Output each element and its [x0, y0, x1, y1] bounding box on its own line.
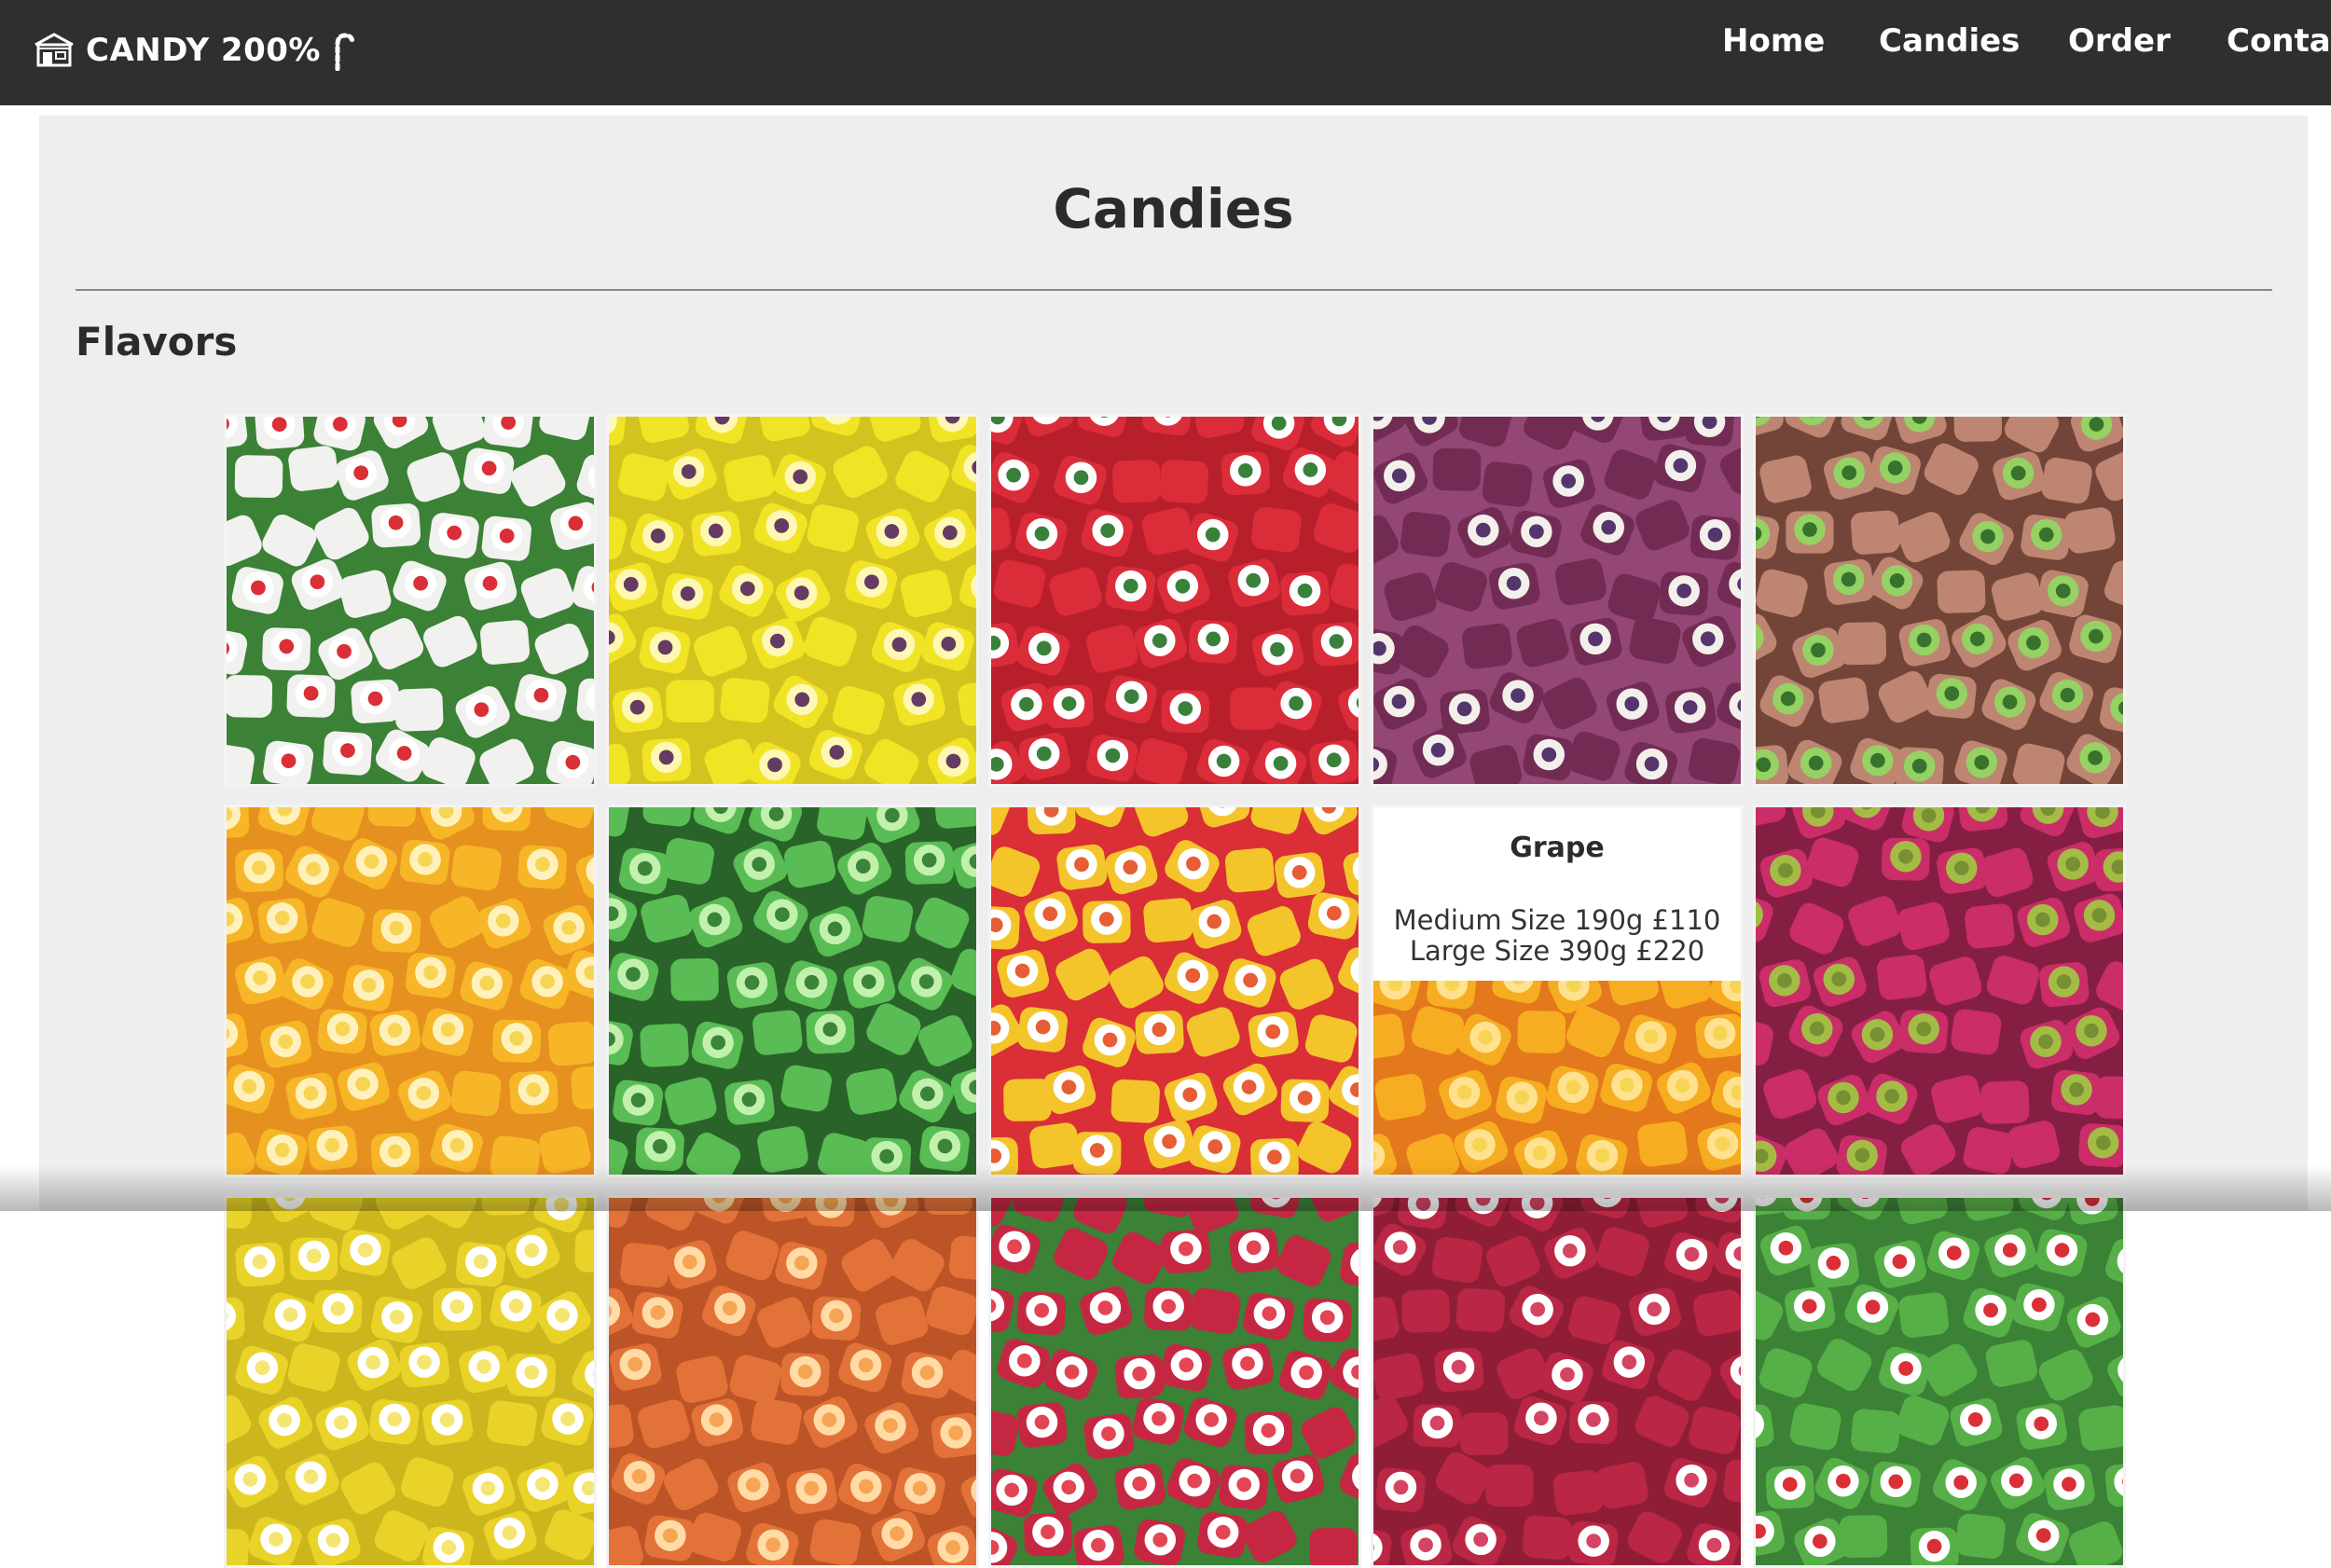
- candy-photo: [609, 807, 976, 1175]
- candy-photo: [991, 417, 1359, 784]
- candy-photo: [1373, 1198, 1741, 1565]
- flavor-tile[interactable]: [606, 414, 979, 787]
- candy-photo: [1756, 417, 2123, 784]
- candy-photo: [227, 1198, 594, 1565]
- flavor-tile[interactable]: [224, 1195, 597, 1568]
- section-title-flavors: Flavors: [76, 319, 237, 364]
- candy-photo: [1756, 1198, 2123, 1565]
- flavor-tile[interactable]: [988, 805, 1361, 1177]
- candy-photo: [1373, 417, 1741, 784]
- flavor-tile[interactable]: [988, 1195, 1361, 1568]
- candy-photo: [991, 1198, 1359, 1565]
- flavor-tile[interactable]: [1371, 1195, 1744, 1568]
- candy-photo: [227, 807, 594, 1175]
- flavor-tile[interactable]: [606, 1195, 979, 1568]
- candy-photo: [609, 1198, 976, 1565]
- brand-name: CANDY 200%: [86, 32, 321, 69]
- flavor-tile[interactable]: [1371, 414, 1744, 787]
- nav-order[interactable]: Order: [2068, 22, 2171, 60]
- flavor-hover-card: Grape Medium Size 190g £110 Large Size 3…: [1373, 807, 1741, 981]
- candy-photo: [1756, 807, 2123, 1175]
- large-size-price: Large Size 390g £220: [1373, 936, 1741, 967]
- candy-photo: [609, 417, 976, 784]
- flavor-tile[interactable]: [1753, 414, 2126, 787]
- flavor-tile-hovered[interactable]: Grape Medium Size 190g £110 Large Size 3…: [1371, 805, 1744, 1177]
- candy-shop-icon: [34, 32, 75, 69]
- candy-cane-icon: [330, 30, 358, 71]
- flavor-tile[interactable]: [606, 805, 979, 1177]
- content-panel: Candies Flavors Grape Medium Size 190g £…: [39, 116, 2308, 1211]
- top-navigation-bar: CANDY 200% Home Candies Order Contac: [0, 0, 2331, 105]
- flavor-tile[interactable]: [988, 414, 1361, 787]
- flavor-tile[interactable]: [1753, 805, 2126, 1177]
- candy-photo: [991, 807, 1359, 1175]
- nav-candies[interactable]: Candies: [1879, 22, 2020, 60]
- title-divider: [76, 289, 2272, 291]
- flavor-tile[interactable]: [1753, 1195, 2126, 1568]
- page-title: Candies: [39, 177, 2308, 241]
- nav-contact[interactable]: Contac: [2227, 22, 2331, 60]
- flavor-name: Grape: [1373, 832, 1741, 864]
- candy-photo: [227, 417, 594, 784]
- medium-size-price: Medium Size 190g £110: [1373, 905, 1741, 936]
- flavor-tile[interactable]: [224, 414, 597, 787]
- flavor-tile[interactable]: [224, 805, 597, 1177]
- brand-logo-link[interactable]: CANDY 200%: [34, 26, 358, 75]
- nav-home[interactable]: Home: [1722, 22, 1825, 60]
